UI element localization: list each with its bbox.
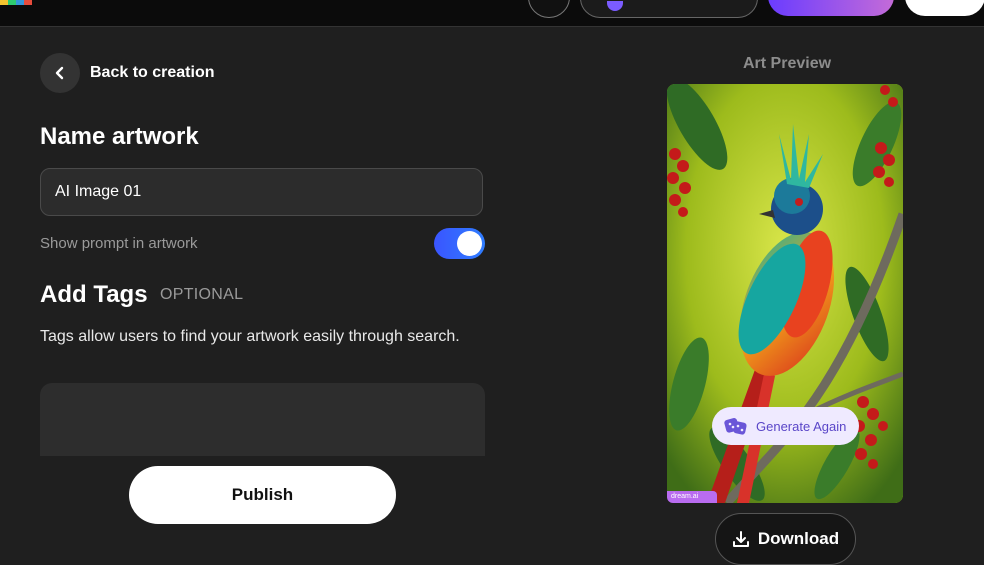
show-prompt-label: Show prompt in artwork (40, 235, 198, 252)
header-white-button[interactable] (905, 0, 984, 16)
download-icon (732, 531, 749, 547)
show-prompt-toggle[interactable] (434, 228, 485, 259)
download-button[interactable]: Download (715, 513, 856, 565)
generate-again-button[interactable]: Generate Again (712, 407, 859, 445)
app-logo-icon[interactable] (0, 0, 32, 6)
tags-help-text: Tags allow users to find your artwork ea… (40, 328, 460, 345)
toggle-knob (457, 231, 482, 256)
back-label: Back to creation (90, 64, 215, 81)
publish-form: Back to creation Name artwork Show promp… (0, 27, 520, 554)
tags-input[interactable] (40, 383, 485, 456)
chevron-left-icon (55, 66, 64, 80)
optional-label: OPTIONAL (160, 286, 244, 303)
artwork-name-input[interactable] (40, 168, 483, 216)
top-bar (0, 0, 984, 27)
back-to-creation-button[interactable]: Back to creation (40, 53, 214, 93)
name-artwork-heading: Name artwork (40, 123, 199, 150)
header-gradient-button[interactable] (768, 0, 894, 16)
generate-again-label: Generate Again (756, 418, 847, 434)
publish-button[interactable]: Publish (129, 466, 396, 524)
dice-icon (724, 418, 747, 435)
art-preview-title: Art Preview (743, 55, 832, 72)
dream-ai-watermark: dream.ai (667, 491, 717, 503)
add-tags-heading: Add Tags (40, 281, 148, 308)
header-pill-button[interactable] (580, 0, 758, 18)
header-pill-icon (607, 1, 623, 11)
back-circle[interactable] (40, 53, 80, 93)
download-label: Download (757, 529, 840, 548)
header-circle-button[interactable] (528, 0, 570, 18)
